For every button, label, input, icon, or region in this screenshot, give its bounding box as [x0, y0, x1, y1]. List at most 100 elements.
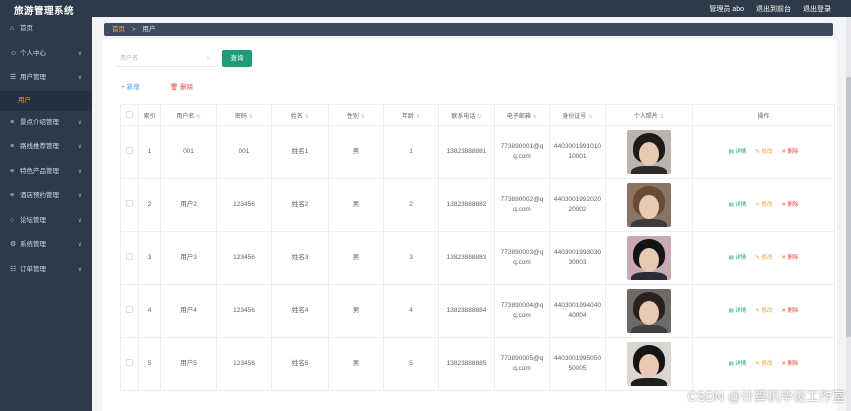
cell-name: 姓名4 — [271, 284, 329, 338]
delete-button[interactable]: ✕ 删除 — [781, 253, 798, 263]
sidebar-item-5[interactable]: ≡ 特色产品管理 ∨ — [0, 160, 92, 185]
sort-icon[interactable]: ⇅ — [416, 114, 420, 120]
delete-button[interactable]: ✕ 删除 — [781, 200, 798, 210]
detail-button[interactable]: ▤ 详情 — [728, 306, 746, 316]
row-select-cell[interactable] — [120, 231, 139, 285]
detail-label: 详情 — [735, 361, 747, 367]
row-checkbox[interactable] — [126, 358, 133, 366]
sidebar-item-label: 特色产品管理 — [20, 167, 59, 175]
table-row: 3 用户3 123456 姓名3 男 3 13823888883 773890003@qq.c… — [120, 231, 835, 285]
idcard-value: 440300199202020002 — [554, 196, 601, 213]
header-select-all[interactable] — [120, 104, 139, 126]
sidebar-item-0[interactable]: ⌂ 首页 — [0, 17, 92, 42]
edit-button[interactable]: ✎ 修改 — [755, 253, 772, 263]
cell-phone: 13823888883 — [438, 231, 495, 285]
row-select-cell[interactable] — [120, 284, 139, 338]
edit-button[interactable]: ✎ 修改 — [755, 359, 772, 369]
delete-button[interactable]: ✕ 删除 — [781, 359, 798, 369]
sidebar-item-7[interactable]: ○ 论坛管理 ∨ — [0, 209, 92, 234]
search-input[interactable]: 用户名 ○ — [116, 51, 216, 67]
detail-button[interactable]: ▤ 详情 — [728, 147, 746, 157]
query-button[interactable]: 查询 — [222, 50, 252, 67]
delete-button[interactable]: ✕ 删除 — [781, 147, 798, 157]
edit-button[interactable]: ✎ 修改 — [755, 147, 772, 157]
cell-gender: 男 — [328, 284, 384, 338]
sidebar-item-9[interactable]: ☷ 订单管理 ∨ — [0, 258, 92, 283]
sidebar-item-4[interactable]: ≡ 路线推荐管理 ∨ — [0, 135, 92, 160]
sidebar-item-6[interactable]: ≡ 酒店预约管理 ∨ — [0, 184, 92, 209]
column-header-label: 年龄 — [401, 113, 414, 120]
edit-button[interactable]: ✎ 修改 — [755, 306, 772, 316]
cell-gender: 男 — [328, 125, 384, 179]
detail-button[interactable]: ▤ 详情 — [728, 253, 746, 263]
column-header-1[interactable]: 用户名 ⇅ — [160, 104, 217, 126]
detail-button[interactable]: ▤ 详情 — [728, 200, 746, 210]
exit-to-front-link[interactable]: 退出到前台 — [756, 4, 791, 14]
add-button[interactable]: + 新增 — [121, 81, 140, 91]
column-header-2[interactable]: 密码 ⇅ — [216, 104, 272, 126]
edit-button[interactable]: ✎ 修改 — [755, 200, 772, 210]
sort-icon[interactable]: ⇅ — [533, 114, 537, 120]
cell-password: 123456 — [216, 337, 272, 391]
row-checkbox[interactable] — [126, 305, 133, 313]
search-placeholder: 用户名 — [120, 56, 139, 62]
password-value: 123456 — [233, 360, 255, 367]
row-select-cell[interactable] — [120, 178, 139, 232]
sidebar-item-8[interactable]: ⚙ 系统管理 ∨ — [0, 233, 92, 258]
row-select-cell[interactable] — [120, 337, 139, 391]
sidebar-item-3[interactable]: ≡ 景点介绍管理 ∨ — [0, 111, 92, 136]
column-header-9[interactable]: 个人照片 ⇅ — [605, 104, 693, 126]
idcard-value: 440300199303030003 — [554, 249, 601, 266]
table-row: 2 用户2 123456 姓名2 男 2 13823888882 773890002@qq.c… — [120, 178, 835, 232]
cell-password: 001 — [216, 125, 272, 179]
detail-label: 详情 — [735, 202, 747, 208]
sort-icon[interactable]: ⇅ — [249, 114, 253, 120]
sort-icon[interactable]: ⇅ — [477, 114, 481, 120]
row-checkbox[interactable] — [126, 252, 133, 260]
row-checkbox[interactable] — [126, 146, 133, 154]
pencil-icon: ✎ — [755, 308, 760, 314]
forum-icon: ○ — [10, 216, 15, 224]
column-header-label: 姓名 — [290, 113, 303, 120]
sidebar-item-2[interactable]: ☰ 用户管理 ∨ — [0, 66, 92, 91]
column-header-3[interactable]: 姓名 ⇅ — [271, 104, 329, 126]
index-value: 2 — [147, 201, 152, 208]
breadcrumb-home[interactable]: 首页 — [112, 26, 125, 33]
column-header-5[interactable]: 年龄 ⇅ — [383, 104, 439, 126]
sidebar-item-1[interactable]: ☺ 个人中心 ∨ — [0, 42, 92, 67]
password-value: 123456 — [233, 254, 255, 261]
detail-button[interactable]: ▤ 详情 — [728, 359, 746, 369]
select-all-checkbox[interactable] — [126, 110, 133, 118]
column-header-7[interactable]: 电子邮箱 ⇅ — [494, 104, 550, 126]
table-row: 4 用户4 123456 姓名4 男 4 13823888884 773890004@qq.c… — [120, 284, 835, 338]
watermark: CSDN @计算机毕设工作室 — [687, 389, 845, 404]
scrollbar-thumb[interactable] — [846, 77, 851, 337]
sort-icon[interactable]: ⇅ — [361, 114, 365, 120]
delete-button[interactable]: ✕ 删除 — [781, 306, 798, 316]
column-header-6[interactable]: 联系电话 ⇅ — [438, 104, 495, 126]
cell-index: 5 — [138, 337, 161, 391]
sort-icon[interactable]: ⇅ — [588, 114, 592, 120]
photo-body — [631, 325, 667, 333]
row-actions: ▤ 详情 ✎ 修改 ✕ 删除 — [693, 147, 834, 157]
sort-icon[interactable]: ⇅ — [660, 114, 664, 120]
submenu-item-user[interactable]: 用户 — [0, 90, 92, 111]
document-icon: ▤ — [728, 255, 734, 261]
sort-icon[interactable]: ⇅ — [196, 114, 200, 120]
order-icon: ☷ — [10, 265, 17, 273]
phone-value: 13823888881 — [446, 148, 487, 155]
row-select-cell[interactable] — [120, 125, 139, 179]
sort-icon[interactable]: ⇅ — [305, 114, 309, 120]
batch-delete-button[interactable]: 🗑 删除 — [170, 81, 193, 91]
column-header-4[interactable]: 性别 ⇅ — [328, 104, 384, 126]
cell-idcard: 440300199202020002 — [549, 178, 606, 232]
profile-photo — [627, 183, 671, 227]
logout-link[interactable]: 退出登录 — [803, 4, 831, 14]
index-value: 5 — [147, 360, 152, 367]
index-value: 4 — [147, 307, 152, 314]
profile-photo — [627, 342, 671, 386]
column-header-8[interactable]: 身份证号 ⇅ — [549, 104, 606, 126]
row-checkbox[interactable] — [126, 199, 133, 207]
page-scrollbar[interactable] — [846, 17, 851, 411]
cell-age: 5 — [383, 337, 439, 391]
